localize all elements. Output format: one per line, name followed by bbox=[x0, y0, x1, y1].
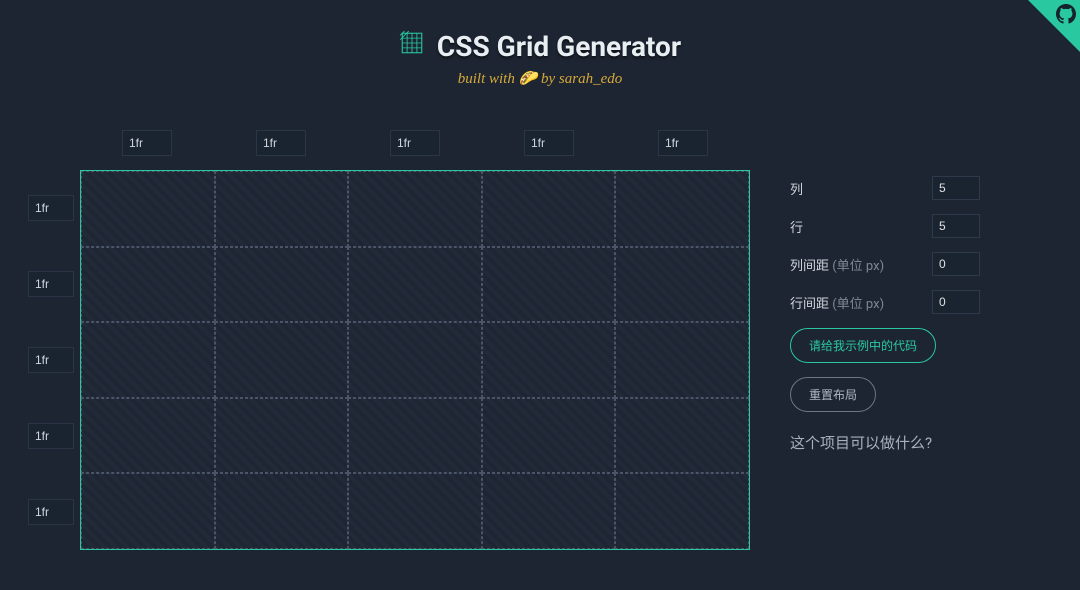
taco-icon: 🌮 bbox=[519, 71, 538, 87]
title-text: CSS Grid Generator bbox=[437, 30, 681, 63]
row-gap-input[interactable] bbox=[932, 290, 980, 314]
grid-canvas[interactable] bbox=[80, 170, 750, 550]
column-gap-control: 列间距 (单位 px) bbox=[790, 252, 980, 276]
grid-cell[interactable] bbox=[482, 322, 616, 398]
grid-cell[interactable] bbox=[81, 322, 215, 398]
column-size-input[interactable] bbox=[658, 130, 708, 156]
row-gap-label: 行间距 (单位 px) bbox=[790, 293, 884, 312]
rows-control: 行 bbox=[790, 214, 980, 238]
column-size-input[interactable] bbox=[122, 130, 172, 156]
grid-cell[interactable] bbox=[81, 473, 215, 549]
grid-cell[interactable] bbox=[81, 171, 215, 247]
row-size-input[interactable] bbox=[28, 195, 74, 221]
row-size-input[interactable] bbox=[28, 423, 74, 449]
column-size-row bbox=[80, 130, 750, 160]
grid-cell[interactable] bbox=[348, 322, 482, 398]
rows-input[interactable] bbox=[932, 214, 980, 238]
grid-cell[interactable] bbox=[81, 247, 215, 323]
show-code-button[interactable]: 请给我示例中的代码 bbox=[790, 328, 936, 363]
grid-cell[interactable] bbox=[482, 473, 616, 549]
columns-input[interactable] bbox=[932, 176, 980, 200]
about-link[interactable]: 这个项目可以做什么? bbox=[790, 432, 980, 453]
grid-cell[interactable] bbox=[81, 398, 215, 474]
grid-cell[interactable] bbox=[482, 171, 616, 247]
row-size-input[interactable] bbox=[28, 499, 74, 525]
column-size-input[interactable] bbox=[390, 130, 440, 156]
grid-cell[interactable] bbox=[615, 398, 749, 474]
row-gap-control: 行间距 (单位 px) bbox=[790, 290, 980, 314]
row-size-input[interactable] bbox=[28, 347, 74, 373]
byline: built with 🌮 by sarah_edo bbox=[0, 69, 1080, 88]
column-size-input[interactable] bbox=[256, 130, 306, 156]
row-size-input[interactable] bbox=[28, 271, 74, 297]
grid-cell[interactable] bbox=[215, 473, 349, 549]
grid-cell[interactable] bbox=[348, 473, 482, 549]
grid-cell[interactable] bbox=[482, 247, 616, 323]
rows-label: 行 bbox=[790, 217, 803, 236]
row-size-column bbox=[28, 170, 78, 550]
column-gap-input[interactable] bbox=[932, 252, 980, 276]
grid-icon bbox=[399, 30, 425, 63]
grid-cell[interactable] bbox=[215, 171, 349, 247]
grid-cell[interactable] bbox=[482, 398, 616, 474]
columns-control: 列 bbox=[790, 176, 980, 200]
grid-cell[interactable] bbox=[615, 473, 749, 549]
column-size-input[interactable] bbox=[524, 130, 574, 156]
grid-cell[interactable] bbox=[348, 171, 482, 247]
page-title: CSS Grid Generator bbox=[399, 30, 681, 63]
page-header: CSS Grid Generator built with 🌮 by sarah… bbox=[0, 0, 1080, 88]
grid-cell[interactable] bbox=[615, 247, 749, 323]
grid-cell[interactable] bbox=[348, 247, 482, 323]
grid-cell[interactable] bbox=[348, 398, 482, 474]
column-gap-label: 列间距 (单位 px) bbox=[790, 255, 884, 274]
grid-cell[interactable] bbox=[615, 322, 749, 398]
grid-cell[interactable] bbox=[615, 171, 749, 247]
github-icon bbox=[1056, 4, 1076, 29]
reset-button[interactable]: 重置布局 bbox=[790, 377, 876, 412]
columns-label: 列 bbox=[790, 179, 803, 198]
grid-cell[interactable] bbox=[215, 247, 349, 323]
controls-panel: 列 行 列间距 (单位 px) 行间距 (单位 px) 请给我示例中的代码 重置… bbox=[790, 176, 980, 453]
grid-cell[interactable] bbox=[215, 322, 349, 398]
grid-cell[interactable] bbox=[215, 398, 349, 474]
